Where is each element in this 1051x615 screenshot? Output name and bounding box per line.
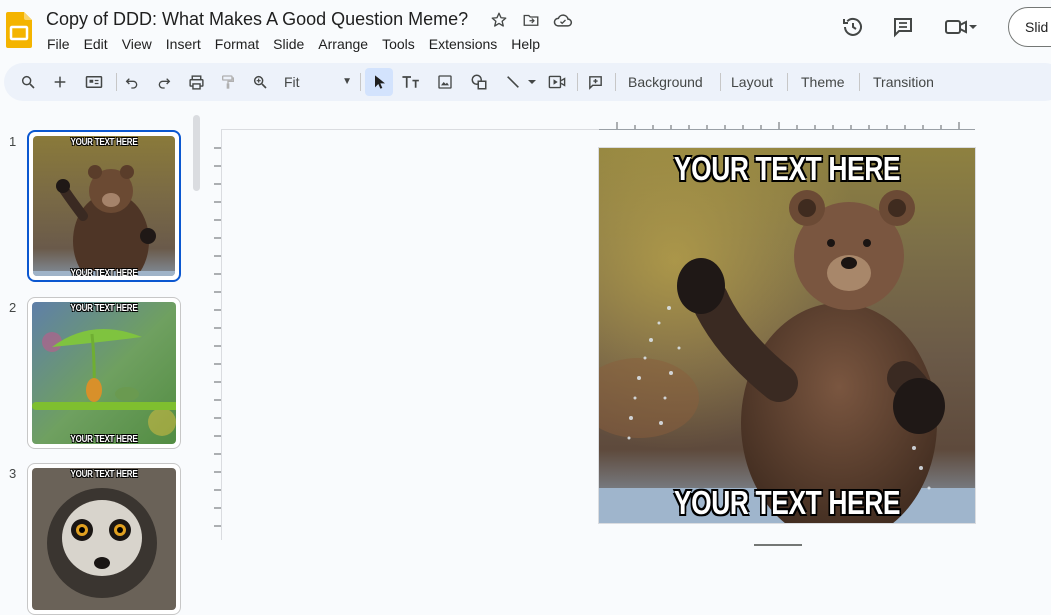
toolbar-divider <box>859 73 860 91</box>
current-slide[interactable]: YOUR TEXT HERE YOUR TEXT HERE <box>598 147 976 524</box>
vertical-ruler[interactable] <box>210 130 222 535</box>
text-box-icon[interactable] <box>397 68 425 96</box>
star-icon[interactable] <box>488 9 510 31</box>
speaker-notes-handle[interactable] <box>754 544 802 546</box>
toolbar-divider <box>577 73 578 91</box>
thumb-top-text: YOUR TEXT HERE <box>70 303 138 314</box>
slides-logo-icon[interactable] <box>6 12 32 48</box>
insert-video-icon[interactable] <box>543 68 571 96</box>
select-tool-icon[interactable] <box>365 68 393 96</box>
menu-help[interactable]: Help <box>504 34 547 54</box>
thumb-bottom-text: YOUR TEXT HERE <box>70 434 138 444</box>
menu-edit[interactable]: Edit <box>77 34 115 54</box>
slide-thumbnail-3[interactable]: YOUR TEXT HERE <box>27 463 181 615</box>
document-title[interactable]: Copy of DDD: What Makes A Good Question … <box>46 9 468 30</box>
toolbar: Fit ▼ Background Layout Theme Transition <box>4 63 1051 101</box>
slide-number: 1 <box>9 134 17 149</box>
search-menus-icon[interactable] <box>14 68 42 96</box>
bear-meme-image[interactable] <box>599 148 976 524</box>
paint-format-icon[interactable] <box>214 68 242 96</box>
slide-number: 3 <box>9 466 17 481</box>
slide-number: 2 <box>9 300 17 315</box>
slide-thumbnail-1[interactable]: YOUR TEXT HERE YOUR TEXT HERE <box>27 130 181 282</box>
thumb-bottom-text: YOUR TEXT HERE <box>70 268 138 276</box>
cloud-saved-icon[interactable] <box>552 9 574 31</box>
toolbar-divider <box>360 73 361 91</box>
menu-file[interactable]: File <box>40 34 77 54</box>
menu-extensions[interactable]: Extensions <box>422 34 504 54</box>
toolbar-divider <box>720 73 721 91</box>
menu-bar: File Edit View Insert Format Slide Arran… <box>40 34 547 54</box>
slide-bottom-text[interactable]: YOUR TEXT HERE <box>637 484 938 522</box>
new-slide-icon[interactable] <box>46 68 74 96</box>
zoom-select[interactable]: Fit ▼ <box>276 68 356 96</box>
slide-top-text[interactable]: YOUR TEXT HERE <box>637 150 938 188</box>
toolbar-divider <box>615 73 616 91</box>
menu-tools[interactable]: Tools <box>375 34 422 54</box>
background-button[interactable]: Background <box>624 68 707 96</box>
version-history-icon[interactable] <box>838 12 868 42</box>
undo-icon[interactable] <box>118 68 146 96</box>
insert-image-icon[interactable] <box>431 68 459 96</box>
theme-button[interactable]: Theme <box>797 68 849 96</box>
frog-meme-image: YOUR TEXT HERE YOUR TEXT HERE <box>32 302 176 444</box>
transition-button[interactable]: Transition <box>869 68 938 96</box>
slideshow-button[interactable]: Slid <box>1008 7 1051 47</box>
bear-meme-image: YOUR TEXT HERE YOUR TEXT HERE <box>33 136 175 276</box>
chevron-down-icon <box>969 25 977 29</box>
menu-arrange[interactable]: Arrange <box>311 34 375 54</box>
canvas-border <box>221 129 599 130</box>
chevron-down-icon[interactable] <box>525 68 539 96</box>
add-comment-icon[interactable] <box>581 68 609 96</box>
move-folder-icon[interactable] <box>520 9 542 31</box>
title-bar: Copy of DDD: What Makes A Good Question … <box>0 0 1051 62</box>
redo-icon[interactable] <box>150 68 178 96</box>
print-icon[interactable] <box>182 68 210 96</box>
thumb-top-text: YOUR TEXT HERE <box>70 469 138 480</box>
menu-insert[interactable]: Insert <box>159 34 208 54</box>
shape-icon[interactable] <box>465 68 493 96</box>
menu-slide[interactable]: Slide <box>266 34 311 54</box>
comments-icon[interactable] <box>888 12 918 42</box>
layout-button[interactable]: Layout <box>727 68 777 96</box>
slide-layout-icon[interactable] <box>80 68 108 96</box>
chevron-down-icon: ▼ <box>342 76 352 87</box>
filmstrip-scrollbar[interactable] <box>193 115 200 191</box>
toolbar-divider <box>116 73 117 91</box>
lemur-meme-image: YOUR TEXT HERE <box>32 468 176 610</box>
menu-format[interactable]: Format <box>208 34 266 54</box>
thumb-top-text: YOUR TEXT HERE <box>70 137 138 148</box>
toolbar-divider <box>787 73 788 91</box>
slide-thumbnail-2[interactable]: YOUR TEXT HERE YOUR TEXT HERE <box>27 297 181 449</box>
ruler-baseline <box>599 129 975 130</box>
zoom-value: Fit <box>284 74 300 90</box>
line-tool-icon[interactable] <box>499 68 527 96</box>
zoom-icon[interactable] <box>246 68 274 96</box>
menu-view[interactable]: View <box>115 34 159 54</box>
meet-video-icon[interactable] <box>938 12 984 42</box>
